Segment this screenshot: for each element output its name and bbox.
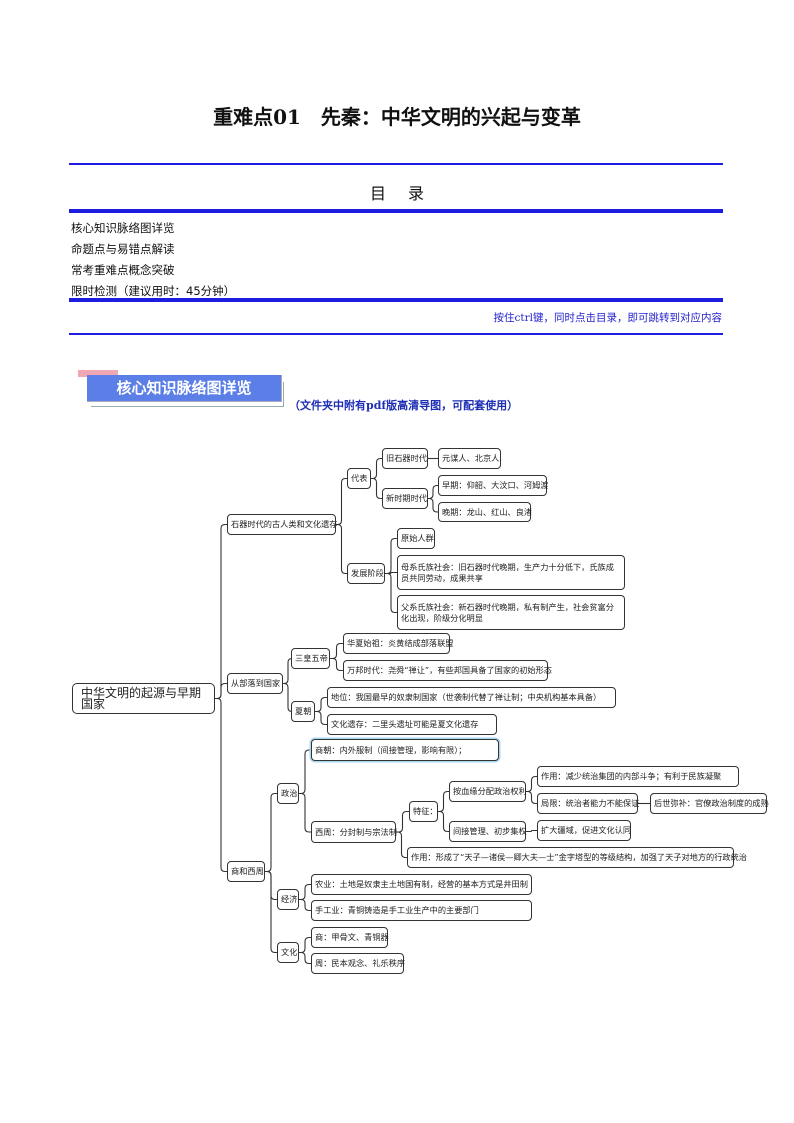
mindmap-node-huaxia: 华夏始祖：炎黄结成部落联盟 (343, 633, 453, 654)
mindmap-node-xia: 夏朝 (291, 701, 315, 722)
mindmap-node-zhou-cul: 周：民本观念、礼乐秩序 (311, 953, 405, 974)
mindmap-node-shang-cul: 商：甲骨文、青铜器 (311, 927, 389, 948)
connector-stage-patri (385, 572, 397, 614)
connector-xia-erlitou (315, 710, 327, 726)
mindmap-node-shang-pol: 商朝：内外服制（间接管理，影响有限）； (311, 739, 499, 761)
mindmap-node-craft: 手工业：青铜铸造是手工业生产中的主要部门 (311, 900, 532, 921)
mindmap-node-culture: 文化 (277, 942, 299, 963)
mindmap-node-limit: 局限：统治者能力不能保证 (537, 793, 639, 814)
connector-culture-zhou_cul (299, 951, 311, 965)
connector-xizhou-feature (396, 810, 409, 833)
mindmap-node-primitive: 原始人群 (397, 528, 435, 549)
connector-politics-xizhou (299, 792, 311, 833)
mindmap-node-role-zhou: 作用：形成了“天子—诸侯—卿大夫—士”金字塔型的等级结构，加强了天子对地方的行政… (407, 847, 747, 868)
mindmap-node-matri: 母系氏族社会：旧石器时代晚期，生产力十分低下，氏族成员共同劳动，成果共享 (397, 555, 625, 590)
mindmap-node-status: 地位：我国最早的奴隶制国家（世袭制代替了禅让制；中央机构基本具备） (327, 687, 616, 708)
connector-shangzhou-politics (265, 792, 277, 873)
connector-culture-shang_cul (299, 936, 311, 954)
mindmap-node-indirect: 间接管理、初步集权 (449, 821, 527, 842)
mindmap-node-rep: 代表 (347, 468, 371, 489)
mindmap-node-root: 中华文明的起源与早期国家 (72, 683, 215, 714)
mindmap-node-stage: 发展阶段 (347, 563, 385, 584)
mindmap-node-shangzhou: 商和西周 (227, 861, 265, 882)
mindmap-node-early: 早期：仰韶、大汶口、河姆渡 (438, 475, 548, 496)
connector-root-tribe (215, 682, 227, 700)
connector-root-stone (215, 523, 227, 700)
mindmap-node-sanhuang: 三皇五帝 (291, 648, 330, 669)
connector-stone-stage (336, 523, 347, 575)
connector-economy-craft (299, 898, 311, 912)
mindmap-node-agri: 农业：土地是奴隶主土地国有制，经营的基本方式是井田制 (311, 874, 532, 895)
connector-feature-indirect (438, 810, 449, 833)
connector-stage-primitive (385, 537, 397, 575)
connector-blood-limit (526, 790, 537, 805)
mindmap-node-later: 后世弥补：官僚政治制度的成熟 (650, 793, 769, 814)
connector-economy-agri (299, 883, 311, 901)
connector-politics-shang_pol (299, 749, 311, 795)
mindmap-node-xizhou: 西周：分封制与宗法制 (311, 821, 397, 843)
mindmap-node-stone: 石器时代的古人类和文化遗存 (227, 514, 337, 535)
mindmap-node-late: 晚期：龙山、红山、良渚 (438, 502, 532, 522)
mindmap-node-erlitou: 文化遗存：二里头遗址可能是夏文化遗存 (327, 714, 497, 735)
connector-stone-rep (336, 477, 347, 526)
connector-shangzhou-culture (265, 870, 277, 954)
connector-xizhou-role_zhou (396, 831, 407, 859)
connector-sanhuang-huaxia (330, 642, 343, 660)
connector-sanhuang-wanbang (330, 657, 343, 672)
connector-root-shangzhou (215, 697, 227, 873)
mindmap-node-patri: 父系氏族社会：新石器时代晚期，私有制产生，社会贫富分化出现，阶级分化明显 (397, 595, 625, 630)
connector-rep-paleo (371, 457, 382, 480)
mind-map: 中华文明的起源与早期国家 石器时代的古人类和文化遗存 从部落到国家 商和西周 代表发展阶… (0, 0, 794, 1123)
mindmap-node-paleo: 旧石器时代 (382, 448, 428, 469)
connector-neo-early (428, 484, 438, 500)
mindmap-node-tribe: 从部落到国家 (227, 673, 283, 694)
connector-neo-late (428, 497, 438, 513)
mindmap-node-yuanmou: 元谋人、北京人 (438, 448, 501, 469)
mindmap-node-neo: 新时期时代 (382, 488, 428, 509)
mindmap-node-blood: 按血缘分配政治权利 (449, 781, 527, 802)
connector-feature-blood (438, 790, 449, 813)
mindmap-node-wanbang: 万邦时代：尧舜“禅让”，有些邦国具备了国家的初始形态 (343, 660, 552, 681)
mindmap-node-expand: 扩大疆域，促进文化认同 (537, 820, 631, 841)
connector-indirect-expand (526, 829, 537, 833)
mindmap-node-role-blood: 作用：减少统治集团的内部斗争；有利于民族凝聚 (537, 766, 739, 787)
connector-blood-role_blood (526, 775, 537, 793)
connector-rep-neo (371, 477, 382, 500)
mindmap-node-economy: 经济 (277, 889, 299, 910)
mindmap-node-politics: 政治 (277, 783, 299, 804)
mindmap-node-feature: 特征： (409, 801, 438, 822)
connector-xia-status (315, 696, 327, 713)
